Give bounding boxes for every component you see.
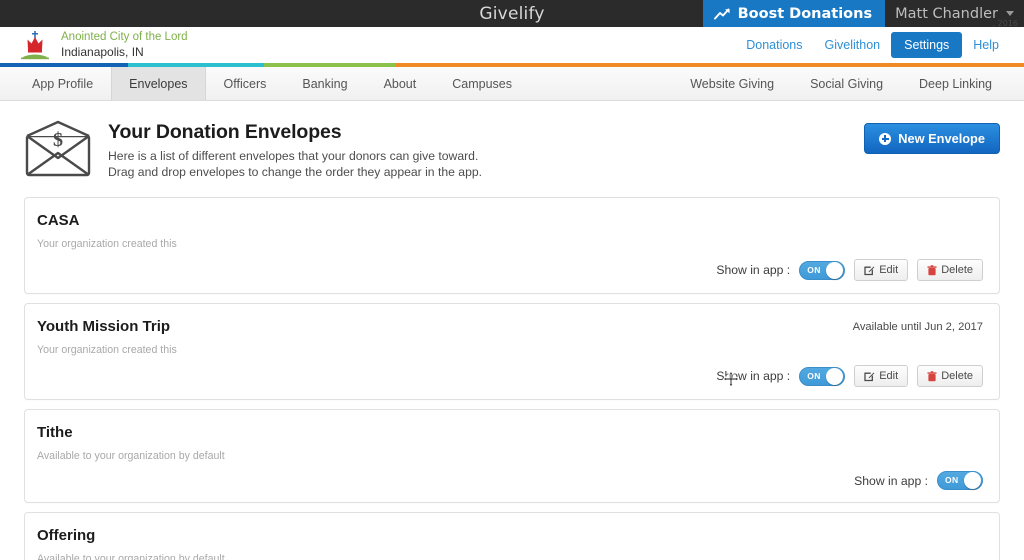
tab-officers[interactable]: Officers	[206, 67, 285, 100]
envelope-availability: Available until Jun 2, 2017	[852, 321, 983, 333]
toggle-state-label: ON	[807, 370, 821, 381]
envelope-note: Your organization created this	[37, 238, 177, 250]
envelope-title: CASA	[37, 212, 80, 229]
plus-circle-icon	[879, 132, 892, 145]
envelope-note: Your organization created this	[37, 344, 177, 356]
envelope-card-top: Youth Mission Trip Available until Jun 2…	[37, 318, 983, 335]
trash-icon	[927, 264, 937, 276]
edit-button[interactable]: Edit	[854, 259, 909, 281]
trending-up-icon	[713, 8, 731, 20]
toggle-knob	[964, 472, 981, 489]
edit-label: Edit	[879, 264, 899, 276]
organization-nav: Donations Givelithon Settings Help	[735, 32, 1010, 58]
organization-text: Anointed City of the Lord Indianapolis, …	[61, 31, 188, 59]
envelope-note: Available to your organization by defaul…	[37, 553, 225, 560]
organization-identity: Anointed City of the Lord Indianapolis, …	[18, 30, 188, 61]
boost-donations-label: Boost Donations	[737, 5, 873, 22]
settings-tab-bar: App Profile Envelopes Officers Banking A…	[0, 67, 1024, 101]
show-in-app-label: Show in app :	[716, 263, 791, 277]
open-envelope-dollar-icon: $	[24, 117, 92, 183]
top-bar-right: Boost Donations Matt Chandler , 2016	[702, 0, 1024, 29]
toggle-state-label: ON	[807, 264, 821, 275]
delete-button[interactable]: Delete	[917, 259, 983, 281]
toggle-knob	[826, 261, 844, 279]
toggle-state-label: ON	[945, 475, 959, 485]
envelope-title: Offering	[37, 527, 96, 544]
show-in-app-toggle[interactable]: ON	[937, 471, 983, 490]
tab-bar-spacer	[530, 67, 672, 100]
edit-button[interactable]: Edit	[854, 365, 909, 387]
tab-social-giving[interactable]: Social Giving	[792, 67, 901, 100]
tab-banking[interactable]: Banking	[284, 67, 365, 100]
envelope-actions: Show in app : ON	[37, 471, 983, 490]
envelope-title: Youth Mission Trip	[37, 318, 171, 335]
tab-app-profile[interactable]: App Profile	[14, 67, 111, 100]
delete-label: Delete	[941, 264, 973, 276]
svg-text:$: $	[53, 129, 63, 151]
delete-label: Delete	[941, 370, 973, 382]
show-in-app-label: Show in app :	[854, 473, 928, 488]
envelope-note: Available to your organization by defaul…	[37, 450, 225, 462]
tab-website-giving[interactable]: Website Giving	[672, 67, 792, 100]
tab-deep-linking[interactable]: Deep Linking	[901, 67, 1010, 100]
pencil-square-icon	[864, 265, 875, 276]
show-in-app-toggle[interactable]: ON	[799, 260, 846, 280]
envelope-card[interactable]: Tithe Available to your organization by …	[24, 409, 1000, 503]
envelopes-page: $ Your Donation Envelopes Here is a list…	[0, 101, 1024, 560]
nav-item-givelithon[interactable]: Givelithon	[814, 33, 892, 57]
envelope-card-top: Offering	[37, 527, 983, 544]
envelope-card[interactable]: Offering Available to your organization …	[24, 512, 1000, 560]
organization-city: Indianapolis, IN	[61, 44, 144, 59]
page-title: Your Donation Envelopes	[108, 121, 342, 143]
tab-about[interactable]: About	[366, 67, 435, 100]
envelope-actions: Show in app : ON Edit Delete	[37, 365, 983, 387]
church-crown-logo	[18, 30, 52, 61]
envelope-title: Tithe	[37, 424, 73, 441]
page-subtitle-line-1: Here is a list of different envelopes th…	[108, 149, 479, 163]
tab-campuses[interactable]: Campuses	[434, 67, 530, 100]
nav-item-donations[interactable]: Donations	[735, 33, 813, 57]
envelope-card[interactable]: CASA Your organization created this Show…	[24, 197, 1000, 294]
envelope-card-top: CASA	[37, 212, 983, 229]
page-subtitle-line-2: Drag and drop envelopes to change the or…	[108, 165, 483, 180]
organization-header: Anointed City of the Lord Indianapolis, …	[0, 27, 1024, 63]
new-envelope-label: New Envelope	[898, 131, 985, 146]
organization-name: Anointed City of the Lord	[61, 31, 188, 44]
delete-button[interactable]: Delete	[917, 365, 983, 387]
envelope-list: CASA Your organization created this Show…	[24, 197, 1000, 560]
trash-icon	[927, 370, 937, 382]
givelify-wordmark-text: Givelify	[479, 3, 545, 24]
page-header-text: Your Donation Envelopes Here is a list o…	[108, 117, 482, 181]
user-name-label: Matt Chandler	[895, 5, 998, 22]
page-header: $ Your Donation Envelopes Here is a list…	[24, 117, 1000, 183]
nav-item-settings[interactable]: Settings	[891, 32, 963, 58]
pencil-square-icon	[864, 371, 875, 382]
toggle-knob	[826, 367, 844, 385]
edit-label: Edit	[879, 370, 899, 382]
envelope-card-top: Tithe	[37, 424, 983, 441]
tab-envelopes[interactable]: Envelopes	[111, 67, 206, 100]
envelope-actions: Show in app : ON Edit Delete	[37, 259, 983, 281]
nav-item-help[interactable]: Help	[962, 33, 1010, 57]
new-envelope-button[interactable]: New Envelope	[864, 123, 1000, 154]
show-in-app-label: Show in app :	[716, 369, 791, 383]
chevron-down-icon	[1006, 11, 1014, 16]
user-menu[interactable]: Matt Chandler , 2016	[885, 0, 1024, 29]
envelope-card[interactable]: Youth Mission Trip Available until Jun 2…	[24, 303, 1000, 400]
show-in-app-toggle[interactable]: ON	[799, 366, 846, 386]
boost-donations-button[interactable]: Boost Donations	[702, 0, 886, 27]
top-bar: Givelify Boost Donations Matt Chandler ,…	[0, 0, 1024, 29]
